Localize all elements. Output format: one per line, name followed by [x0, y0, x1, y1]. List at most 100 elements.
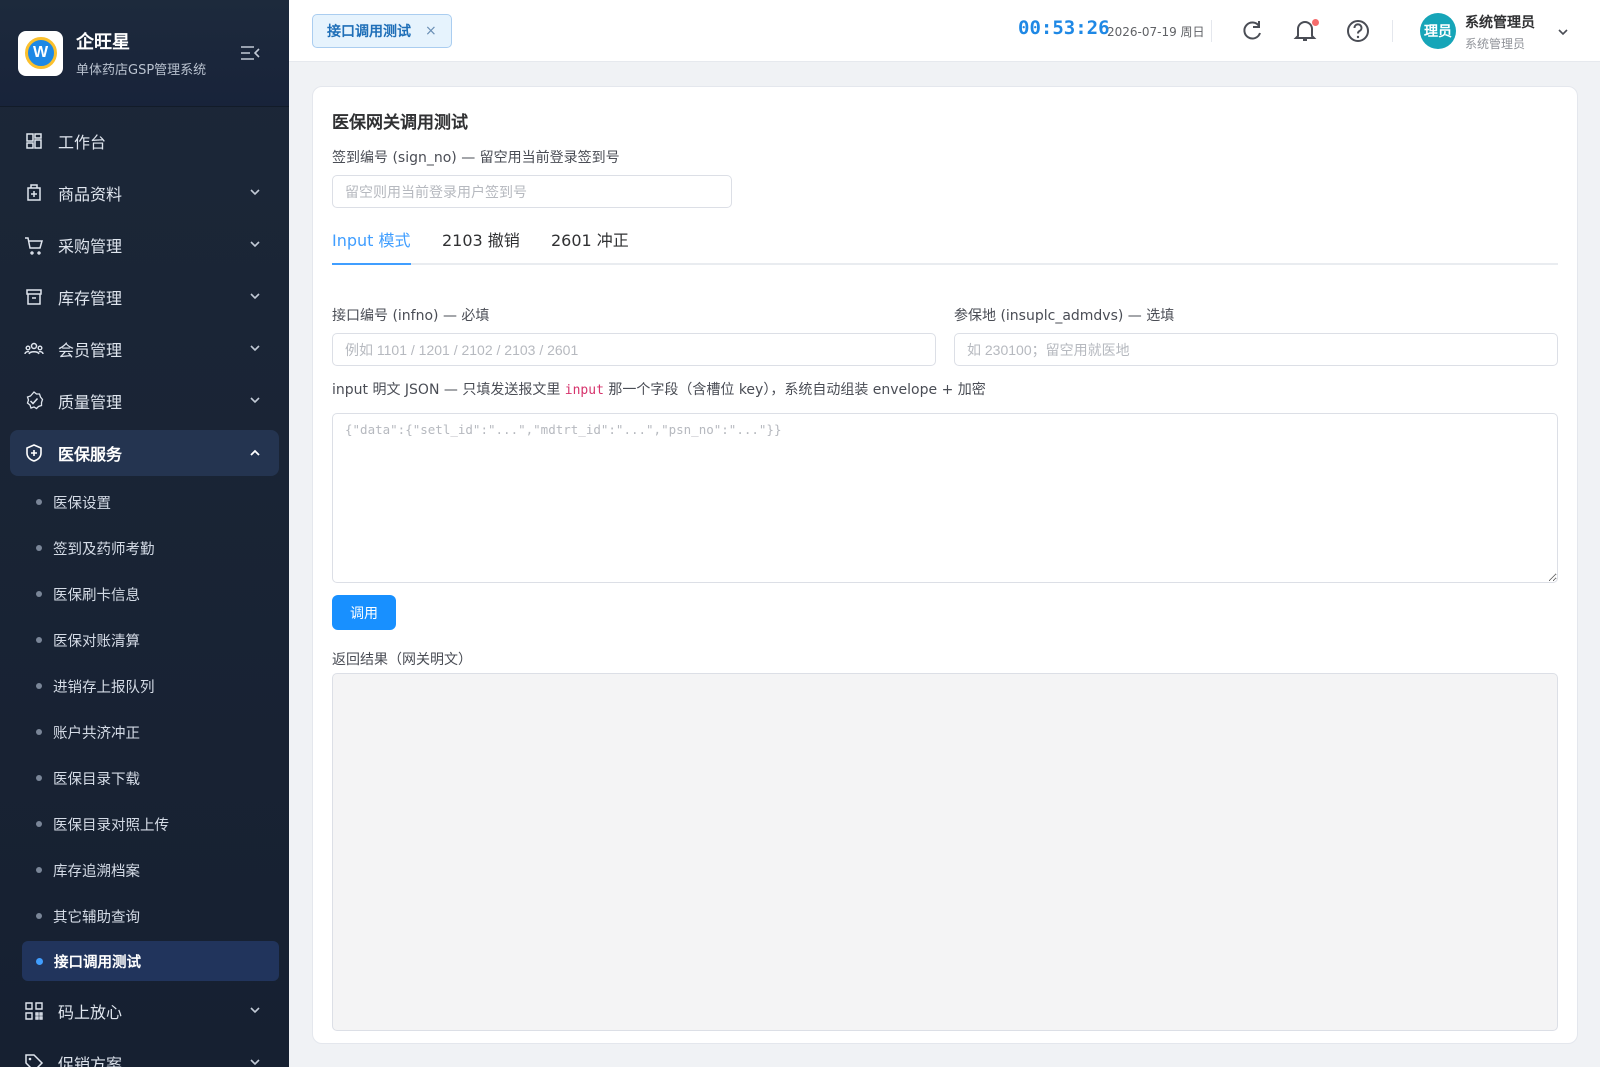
medicine-box-icon [27, 184, 41, 201]
divider [1211, 20, 1212, 42]
refresh-icon[interactable] [1239, 18, 1265, 44]
sidebar-subitem-api-test[interactable]: 接口调用测试 [22, 941, 279, 981]
users-icon [24, 342, 44, 355]
sidebar-subitem-label: 医保目录对照上传 [53, 817, 169, 834]
sidebar-subitem-catalog-download[interactable]: 医保目录下载 [0, 755, 289, 801]
bullet-dot [36, 591, 42, 597]
sidebar-item-members[interactable]: 会员管理 [0, 323, 289, 375]
sign-no-input[interactable] [332, 175, 732, 208]
result-label: 返回结果（网关明文） [332, 652, 472, 668]
sidebar-item-label: 商品资料 [58, 185, 123, 204]
cart-icon [25, 237, 43, 255]
sidebar-subitem-label: 进销存上报队列 [53, 679, 155, 696]
insuplc-label: 参保地 (insuplc_admdvs) — 选填 [954, 308, 1175, 324]
sidebar-item-label: 促销方案 [58, 1055, 123, 1067]
bullet-dot [36, 545, 42, 551]
qrcode-icon [25, 1002, 43, 1020]
chevron-down-icon [250, 189, 260, 196]
open-tab-api-test[interactable]: 接口调用测试 × [312, 14, 452, 48]
app-name: 企旺星 [76, 32, 130, 53]
quality-badge-icon [26, 391, 44, 410]
sidebar-subitem-card-info[interactable]: 医保刷卡信息 [0, 571, 289, 617]
page-title: 医保网关调用测试 [332, 113, 468, 133]
sidebar-subitem-label: 库存追溯档案 [53, 863, 140, 880]
shield-icon [26, 444, 42, 462]
warehouse-icon [26, 289, 42, 305]
sidebar-item-medical-insurance[interactable]: 医保服务 [10, 430, 279, 476]
bullet-dot [36, 637, 42, 643]
sidebar-item-workbench[interactable]: 工作台 [0, 115, 289, 167]
insuplc-input[interactable] [954, 333, 1558, 366]
chevron-up-icon [250, 449, 260, 456]
sidebar-subitem-label: 医保刷卡信息 [53, 587, 140, 604]
logo-mark: W [24, 37, 57, 69]
chevron-down-icon [250, 345, 260, 352]
user-role: 系统管理员 [1465, 37, 1526, 51]
chevron-down-icon [250, 1059, 260, 1066]
infno-input[interactable] [332, 333, 936, 366]
sidebar-item-label: 医保服务 [58, 445, 123, 464]
bullet-dot [36, 913, 42, 919]
gateway-test-card: 医保网关调用测试 签到编号 (sign_no) — 留空用当前登录签到号 Inp… [312, 86, 1578, 1044]
sidebar-subitem-label: 签到及药师考勤 [53, 541, 155, 558]
top-header: 接口调用测试 × 00:53:26 2026-07-19 周日 理员 系统管理员… [289, 0, 1600, 62]
sidebar-item-inventory[interactable]: 库存管理 [0, 271, 289, 323]
sidebar-subitem-label: 其它辅助查询 [53, 909, 140, 926]
sidebar-item-label: 码上放心 [58, 1003, 123, 1022]
bullet-dot [36, 499, 42, 505]
clock-date: 2026-07-19 周日 [1107, 25, 1205, 39]
tab-2601-reversal[interactable]: 2601 冲正 [551, 227, 629, 265]
sidebar-subitem-report-queue[interactable]: 进销存上报队列 [0, 663, 289, 709]
json-label-text: input 明文 JSON — 只填发送报文里 [332, 382, 565, 398]
sidebar-item-qrcode[interactable]: 码上放心 [0, 985, 289, 1037]
chevron-down-icon [250, 293, 260, 300]
sidebar-subitem-label: 账户共济冲正 [53, 725, 140, 742]
json-input-textarea[interactable] [332, 413, 1558, 583]
avatar[interactable]: 理员 [1420, 13, 1456, 49]
chevron-down-icon [250, 1007, 260, 1014]
json-label-text: 那一个字段（含槽位 key），系统自动组装 envelope + 加密 [603, 382, 986, 398]
open-tab-label: 接口调用测试 [327, 24, 411, 40]
bullet-dot [36, 729, 42, 735]
result-output[interactable] [332, 673, 1558, 1031]
sidebar-item-label: 采购管理 [58, 237, 123, 256]
user-name[interactable]: 系统管理员 [1465, 12, 1535, 32]
notification-badge [1312, 19, 1319, 26]
sidebar-item-purchase[interactable]: 采购管理 [0, 219, 289, 271]
chevron-down-icon[interactable] [1557, 26, 1569, 38]
help-icon[interactable] [1345, 18, 1371, 44]
sidebar-subitem-label: 接口调用测试 [54, 954, 141, 971]
json-label-code: input [564, 383, 604, 398]
sidebar-item-label: 质量管理 [58, 393, 123, 412]
tab-input-mode[interactable]: Input 模式 [332, 227, 411, 265]
brand-header: W 企旺星 单体药店GSP管理系统 [0, 0, 289, 107]
bullet-dot [36, 867, 42, 873]
clock-time: 00:53:26 [1018, 17, 1110, 39]
sidebar-item-label: 会员管理 [58, 341, 123, 360]
sidebar-item-promotion[interactable]: 促销方案 [0, 1037, 289, 1067]
tab-2103-revoke[interactable]: 2103 撤销 [442, 227, 520, 265]
sidebar-subitem-reconciliation[interactable]: 医保对账清算 [0, 617, 289, 663]
bullet-dot [36, 683, 42, 689]
menu-collapse-icon[interactable] [240, 45, 260, 61]
bullet-dot [36, 775, 42, 781]
sidebar-subitem-trace-archive[interactable]: 库存追溯档案 [0, 847, 289, 893]
call-button[interactable]: 调用 [332, 595, 396, 630]
infno-label: 接口编号 (infno) — 必填 [332, 308, 490, 324]
sidebar-subitem-insurance-settings[interactable]: 医保设置 [0, 479, 289, 525]
sidebar-item-quality[interactable]: 质量管理 [0, 375, 289, 427]
sign-no-label: 签到编号 (sign_no) — 留空用当前登录签到号 [332, 150, 620, 166]
chevron-down-icon [250, 397, 260, 404]
app-logo: W [18, 30, 63, 76]
sidebar-subitem-signin-attendance[interactable]: 签到及药师考勤 [0, 525, 289, 571]
dashboard-icon [26, 133, 42, 149]
divider [1392, 20, 1393, 42]
sidebar-item-products[interactable]: 商品资料 [0, 167, 289, 219]
sidebar-subitem-label: 医保设置 [53, 495, 111, 512]
sidebar-subitem-catalog-mapping[interactable]: 医保目录对照上传 [0, 801, 289, 847]
sidebar-item-label: 工作台 [58, 133, 107, 152]
close-icon[interactable]: × [425, 23, 437, 39]
sidebar-subitem-other-query[interactable]: 其它辅助查询 [0, 893, 289, 939]
sidebar-menu: 工作台 商品资料 采购管理 库存管理 会员管理 质量管理 医保服务 医保设置 签… [0, 107, 289, 1067]
sidebar-subitem-account-reversal[interactable]: 账户共济冲正 [0, 709, 289, 755]
